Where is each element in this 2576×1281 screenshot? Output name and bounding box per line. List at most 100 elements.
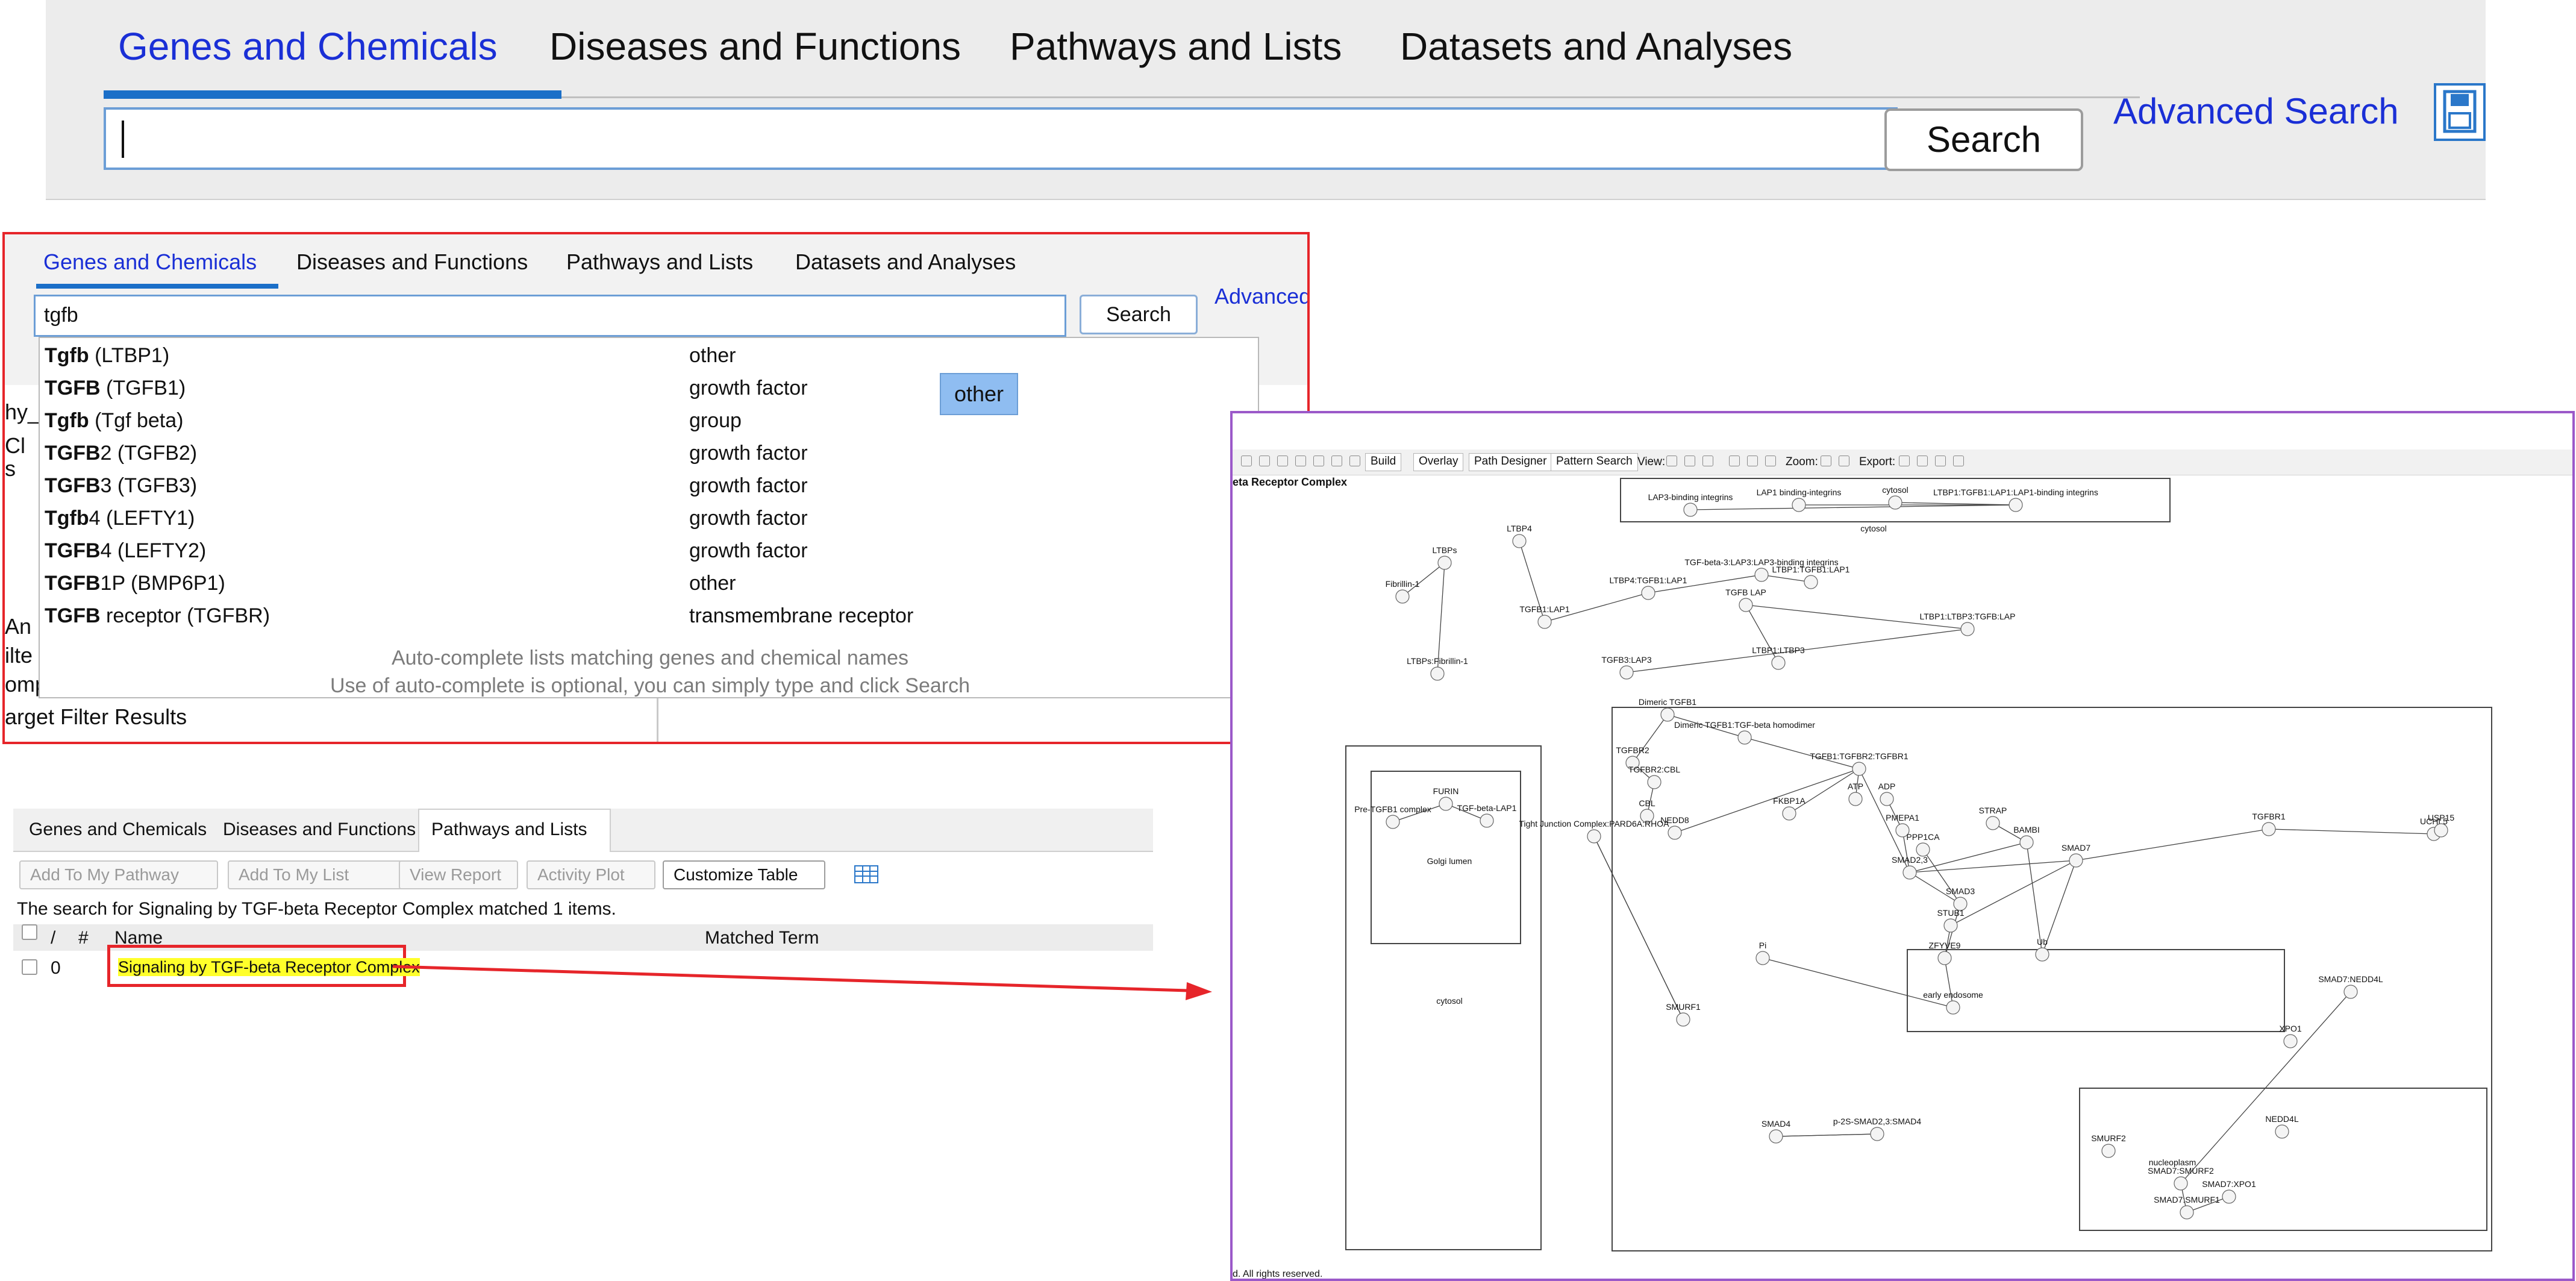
search-button[interactable]: Search: [1080, 295, 1198, 334]
pathway-node-label: Dimeric TGFB1:TGF-beta homodimer: [1674, 720, 1815, 730]
overlay-button[interactable]: Overlay: [1413, 453, 1464, 471]
zoom-fit-icon[interactable]: [1821, 456, 1831, 466]
pathway-node-label: LTBPs:Fibrillin-1: [1407, 656, 1468, 666]
background-text: An: [5, 614, 32, 639]
tab-pathways-and-lists[interactable]: Pathways and Lists: [1010, 24, 1342, 69]
select-all-checkbox[interactable]: [22, 924, 37, 940]
pathway-node-label: ATP: [1848, 781, 1863, 791]
suggestion-item[interactable]: Tgfb (Tgf beta) group: [45, 404, 1249, 437]
pathway-node: [1512, 534, 1527, 548]
print-icon[interactable]: [1953, 456, 1964, 466]
zoom-out-icon[interactable]: [1349, 456, 1360, 466]
suggestion-item[interactable]: TGFB4 (LEFTY2) growth factor: [45, 534, 1249, 567]
pathway-node-label: SMAD3: [1946, 886, 1975, 896]
grid-icon[interactable]: [1765, 456, 1776, 466]
save-search-icon[interactable]: [2434, 83, 2486, 141]
refresh-icon[interactable]: [1241, 456, 1252, 466]
pathway-diagram-panel: cytosol Golgi lumen cytosol nucleoplasm LAP3…: [1230, 411, 2575, 1281]
customize-table-button[interactable]: Customize Table: [663, 860, 825, 889]
view-report-button[interactable]: View Report: [399, 860, 518, 889]
suggestion-type: growth factor: [689, 442, 808, 465]
tab-genes-and-chemicals[interactable]: Genes and Chemicals: [29, 819, 207, 840]
column-header-matched-term[interactable]: Matched Term: [705, 928, 819, 948]
search-input[interactable]: tgfb: [34, 295, 1066, 337]
pathway-node: [1755, 951, 1770, 965]
pathway-node-label: STRAP: [1979, 806, 2007, 815]
pathway-node: [1437, 556, 1452, 570]
paste-icon[interactable]: [1295, 456, 1306, 466]
pathway-edge: [1593, 836, 1684, 1020]
path-designer-button[interactable]: Path Designer: [1469, 453, 1552, 471]
fit-view-icon[interactable]: [1666, 456, 1677, 466]
search-results-panel: Genes and Chemicals Diseases and Functio…: [13, 809, 1153, 1056]
pathway-node-label: Pre-TGFB1 complex: [1354, 804, 1431, 814]
pathway-node-label: LTBP1:TGFB1:LAP1:LAP1-binding integrins: [1933, 487, 2098, 497]
tab-pathways-and-lists[interactable]: Pathways and Lists: [566, 249, 753, 275]
network-icon[interactable]: [1702, 456, 1713, 466]
pathway-node: [1880, 792, 1894, 806]
suggestion-item[interactable]: Tgfb4 (LEFTY1) growth factor: [45, 502, 1249, 534]
tab-diseases-and-functions[interactable]: Diseases and Functions: [549, 24, 961, 69]
row-checkbox[interactable]: [22, 959, 37, 975]
suggestion-item[interactable]: TGFB (TGFB1) growth factor: [45, 372, 1249, 404]
advanced-search-link[interactable]: Advanced: [1215, 284, 1307, 309]
tab-genes-and-chemicals[interactable]: Genes and Chemicals: [43, 249, 257, 275]
add-to-my-pathway-button[interactable]: Add To My Pathway: [19, 860, 218, 889]
suggestion-name: 4 (LEFTY1): [89, 507, 195, 530]
search-input[interactable]: [104, 107, 1898, 170]
layout-icon[interactable]: [1684, 456, 1695, 466]
tab-datasets-and-analyses[interactable]: Datasets and Analyses: [1400, 24, 1792, 69]
suggestion-match: TGFB: [45, 604, 101, 627]
autocomplete-dropdown: Tgfb (LTBP1) other TGFB (TGFB1) growth fac…: [39, 337, 1259, 698]
build-button[interactable]: Build: [1365, 453, 1402, 471]
pathway-node-label: FKBP1A: [1773, 796, 1805, 806]
list-icon[interactable]: [1729, 456, 1740, 466]
redo-icon[interactable]: [1331, 456, 1342, 466]
pathway-node: [1888, 495, 1902, 510]
suggestion-item[interactable]: Tgfb (LTBP1) other: [45, 339, 1249, 372]
pathway-edge: [1762, 957, 1954, 1008]
tab-diseases-and-functions[interactable]: Diseases and Functions: [296, 249, 528, 275]
table-icon[interactable]: [1747, 456, 1758, 466]
export-pdf-icon[interactable]: [1935, 456, 1946, 466]
tab-diseases-and-functions[interactable]: Diseases and Functions: [223, 819, 416, 840]
search-button[interactable]: Search: [1884, 108, 2083, 171]
highlighted-term: by: [185, 958, 211, 976]
pathway-toolbar: Build Overlay Path Designer Pattern Sear…: [1233, 449, 2572, 475]
background-text: hy_: [5, 399, 40, 424]
zoom-in-icon[interactable]: [1839, 456, 1849, 466]
result-name-link[interactable]: Signaling by TGF-beta Receptor Complex: [118, 958, 420, 977]
undo-icon[interactable]: [1313, 456, 1324, 466]
pathway-node: [2434, 823, 2448, 838]
pathway-node-label: LAP3-binding integrins: [1648, 492, 1733, 502]
suggestion-type: transmembrane receptor: [689, 604, 914, 627]
tab-datasets-and-analyses[interactable]: Datasets and Analyses: [795, 249, 1016, 275]
export-table-icon[interactable]: [1917, 456, 1928, 466]
pathway-node-label: TGFBR2: [1616, 745, 1649, 755]
pathway-node-label: PPP1CA: [1906, 832, 1940, 842]
suggestion-item[interactable]: TGFB2 (TGFB2) growth factor: [45, 437, 1249, 469]
active-tab-indicator: [36, 284, 278, 289]
pathway-node-label: USP15: [2428, 813, 2455, 822]
text-caret: [122, 121, 124, 158]
advanced-search-link[interactable]: Advanced Search: [2113, 90, 2399, 132]
pathway-node: [2174, 1176, 2188, 1191]
copy-icon[interactable]: [1277, 456, 1288, 466]
tab-pathways-and-lists[interactable]: Pathways and Lists: [431, 819, 587, 840]
suggestion-match: Tgfb: [45, 344, 89, 367]
column-header: #: [78, 928, 89, 948]
export-image-icon[interactable]: [1899, 456, 1910, 466]
pathway-node: [1960, 622, 1975, 636]
activity-plot-button[interactable]: Activity Plot: [527, 860, 655, 889]
pathway-node: [1537, 615, 1552, 629]
pathway-node-label: Ub: [2037, 937, 2048, 947]
suggestion-item[interactable]: TGFB receptor (TGFBR) transmembrane recep…: [45, 600, 1249, 632]
pattern-search-button[interactable]: Pattern Search: [1551, 453, 1638, 471]
suggestion-item[interactable]: TGFB3 (TGFB3) growth factor: [45, 469, 1249, 502]
hint-line: Auto-complete lists matching genes and c…: [392, 647, 908, 669]
tab-genes-and-chemicals[interactable]: Genes and Chemicals: [118, 24, 498, 69]
edit-icon[interactable]: [1259, 456, 1270, 466]
add-to-my-list-button[interactable]: Add To My List: [228, 860, 402, 889]
table-settings-icon[interactable]: [854, 865, 878, 883]
suggestion-item[interactable]: TGFB1P (BMP6P1) other: [45, 567, 1249, 600]
